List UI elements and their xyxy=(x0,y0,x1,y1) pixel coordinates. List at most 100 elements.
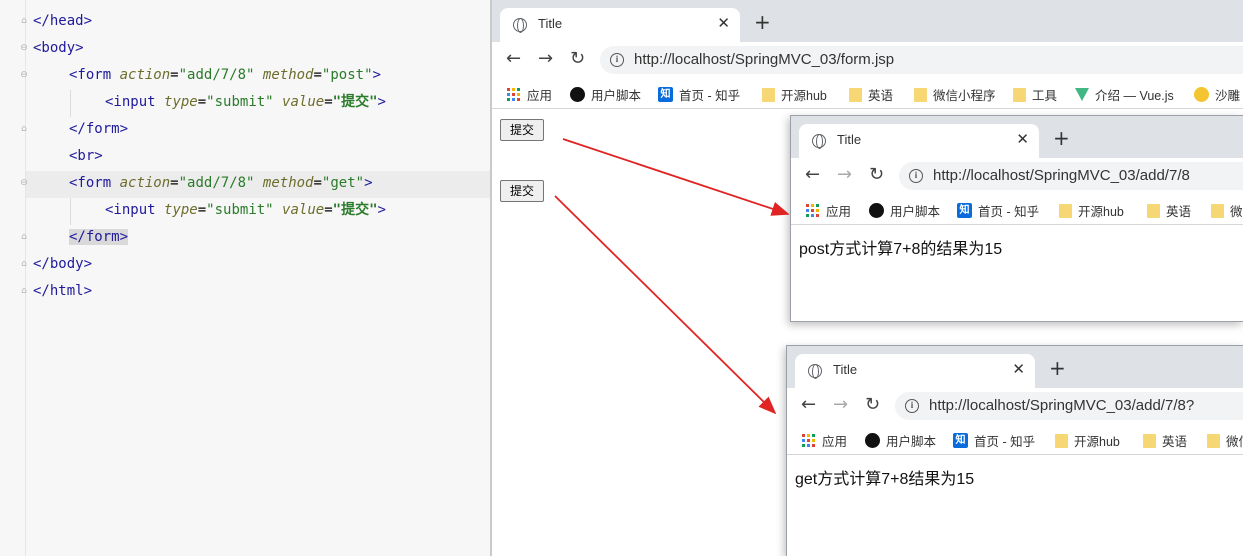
close-tab-icon[interactable]: ✕ xyxy=(1012,360,1025,378)
smiley-icon xyxy=(1194,87,1209,102)
fold-marker-icon[interactable]: ⌂ xyxy=(19,124,29,134)
apps-grid-dot xyxy=(816,214,819,217)
get-result-text: get方式计算7+8结果为15 xyxy=(795,471,975,488)
bookmark-userscript[interactable]: 用户脚本 xyxy=(865,431,936,450)
bookmarks-bar: 应用 用户脚本 知首页 - 知乎 开源hub 英语 微信小程序 工具 介绍 — … xyxy=(492,77,1243,109)
tab-title: Title xyxy=(833,362,858,377)
folder-icon xyxy=(1055,433,1068,448)
bookmark-wechat[interactable]: 微 xyxy=(1211,201,1243,220)
forward-arrow-icon[interactable]: → xyxy=(837,165,852,185)
bookmark-vuejs[interactable]: 介绍 — Vue.js xyxy=(1075,85,1174,104)
code-line-2: <body> xyxy=(33,40,84,56)
browser-window-post-result: Title ✕ + ← → ↻ i http://localhost/Sprin… xyxy=(790,115,1243,322)
bookmark-english[interactable]: 英语 xyxy=(849,85,893,104)
reload-icon[interactable]: ↻ xyxy=(869,165,884,185)
bookmark-english[interactable]: 英语 xyxy=(1147,201,1191,220)
new-tab-icon[interactable]: + xyxy=(754,12,771,32)
bookmark-opensource[interactable]: 开源hub xyxy=(1055,431,1120,450)
code-editor[interactable]: ⌂ ⊖ ⊖ ⌂ ⊖ ⌂ ⌂ ⌂ </head> <body> <form act… xyxy=(0,0,490,556)
fold-marker-icon[interactable]: ⌂ xyxy=(19,16,29,26)
apps-grid-icon xyxy=(805,203,820,218)
apps-grid-dot xyxy=(812,434,815,437)
globe-icon xyxy=(513,18,527,33)
url-text: http://localhost/SpringMVC_03/add/7/8 xyxy=(933,167,1190,184)
bookmark-userscript[interactable]: 用户脚本 xyxy=(570,85,641,104)
bookmark-opensource[interactable]: 开源hub xyxy=(1059,201,1124,220)
bookmark-tools[interactable]: 工具 xyxy=(1013,85,1057,104)
code-line-10: </body> xyxy=(33,256,93,272)
apps-grid-dot xyxy=(512,98,515,101)
new-tab-icon[interactable]: + xyxy=(1053,128,1070,148)
browser-tab[interactable]: Title ✕ xyxy=(799,124,1039,158)
tab-bar: Title ✕ + xyxy=(492,0,1243,42)
apps-grid-dot xyxy=(507,98,510,101)
url-text: http://localhost/SpringMVC_03/add/7/8? xyxy=(929,397,1195,414)
apps-grid-icon xyxy=(506,87,521,102)
info-icon[interactable]: i xyxy=(610,53,624,67)
browser-toolbar: ← → ↻ i http://localhost/SpringMVC_03/ad… xyxy=(787,388,1243,423)
apps-grid-dot xyxy=(811,204,814,207)
browser-toolbar: ← → ↻ i http://localhost/SpringMVC_03/fo… xyxy=(492,42,1243,77)
bookmark-wechat-miniprogram[interactable]: 微信小程序 xyxy=(914,85,996,104)
address-bar[interactable]: i http://localhost/SpringMVC_03/add/7/8 xyxy=(899,162,1243,190)
apps-grid-dot xyxy=(802,434,805,437)
back-arrow-icon[interactable]: ← xyxy=(805,165,820,185)
globe-icon xyxy=(812,134,826,149)
apps-grid-dot xyxy=(812,439,815,442)
browser-tab[interactable]: Title ✕ xyxy=(795,354,1035,388)
back-arrow-icon[interactable]: ← xyxy=(506,49,521,69)
get-submit-button[interactable]: 提交 xyxy=(500,180,544,202)
address-bar[interactable]: i http://localhost/SpringMVC_03/form.jsp xyxy=(600,46,1243,74)
apps-grid-dot xyxy=(507,88,510,91)
bookmark-apps[interactable]: 应用 xyxy=(805,201,851,220)
code-line-9: </form> xyxy=(69,229,129,245)
bookmark-more[interactable]: 沙雕 xyxy=(1194,85,1240,104)
userscript-icon xyxy=(865,433,880,448)
bookmark-wechat[interactable]: 微信 xyxy=(1207,431,1243,450)
forward-arrow-icon[interactable]: → xyxy=(833,395,848,415)
bookmark-userscript[interactable]: 用户脚本 xyxy=(869,201,940,220)
close-tab-icon[interactable]: ✕ xyxy=(717,14,730,32)
bookmark-apps[interactable]: 应用 xyxy=(801,431,847,450)
vue-icon xyxy=(1075,88,1089,101)
address-bar[interactable]: i http://localhost/SpringMVC_03/add/7/8? xyxy=(895,392,1243,420)
new-tab-icon[interactable]: + xyxy=(1049,358,1066,378)
bookmark-english[interactable]: 英语 xyxy=(1143,431,1187,450)
fold-marker-icon[interactable]: ⌂ xyxy=(19,259,29,269)
apps-grid-icon xyxy=(801,433,816,448)
bookmark-zhihu[interactable]: 知首页 - 知乎 xyxy=(953,431,1035,450)
apps-grid-dot xyxy=(806,214,809,217)
back-arrow-icon[interactable]: ← xyxy=(801,395,816,415)
userscript-icon xyxy=(570,87,585,102)
apps-grid-dot xyxy=(806,204,809,207)
tab-bar: Title ✕ + xyxy=(791,116,1243,158)
bookmark-opensource[interactable]: 开源hub xyxy=(762,85,827,104)
info-icon[interactable]: i xyxy=(905,399,919,413)
apps-grid-dot xyxy=(807,439,810,442)
forward-arrow-icon[interactable]: → xyxy=(538,49,553,69)
bookmark-zhihu[interactable]: 知首页 - 知乎 xyxy=(957,201,1039,220)
browser-tab[interactable]: Title ✕ xyxy=(500,8,740,42)
apps-grid-dot xyxy=(811,209,814,212)
url-text: http://localhost/SpringMVC_03/form.jsp xyxy=(634,51,895,68)
reload-icon[interactable]: ↻ xyxy=(865,395,880,415)
zhihu-icon: 知 xyxy=(953,433,968,448)
fold-marker-icon[interactable]: ⊖ xyxy=(19,70,29,80)
reload-icon[interactable]: ↻ xyxy=(570,49,585,69)
post-submit-button[interactable]: 提交 xyxy=(500,119,544,141)
fold-marker-icon[interactable]: ⌂ xyxy=(19,232,29,242)
globe-icon xyxy=(808,364,822,379)
fold-marker-icon[interactable]: ⊖ xyxy=(19,178,29,188)
close-tab-icon[interactable]: ✕ xyxy=(1016,130,1029,148)
fold-marker-icon[interactable]: ⊖ xyxy=(19,43,29,53)
code-line-1: </head> xyxy=(33,13,93,29)
bookmark-zhihu[interactable]: 知首页 - 知乎 xyxy=(658,85,740,104)
apps-grid-dot xyxy=(517,93,520,96)
info-icon[interactable]: i xyxy=(909,169,923,183)
fold-marker-icon[interactable]: ⌂ xyxy=(19,286,29,296)
code-line-6: <br> xyxy=(69,148,103,164)
folder-icon xyxy=(1143,433,1156,448)
apps-grid-dot xyxy=(517,88,520,91)
bookmark-apps[interactable]: 应用 xyxy=(506,85,552,104)
apps-grid-dot xyxy=(811,214,814,217)
